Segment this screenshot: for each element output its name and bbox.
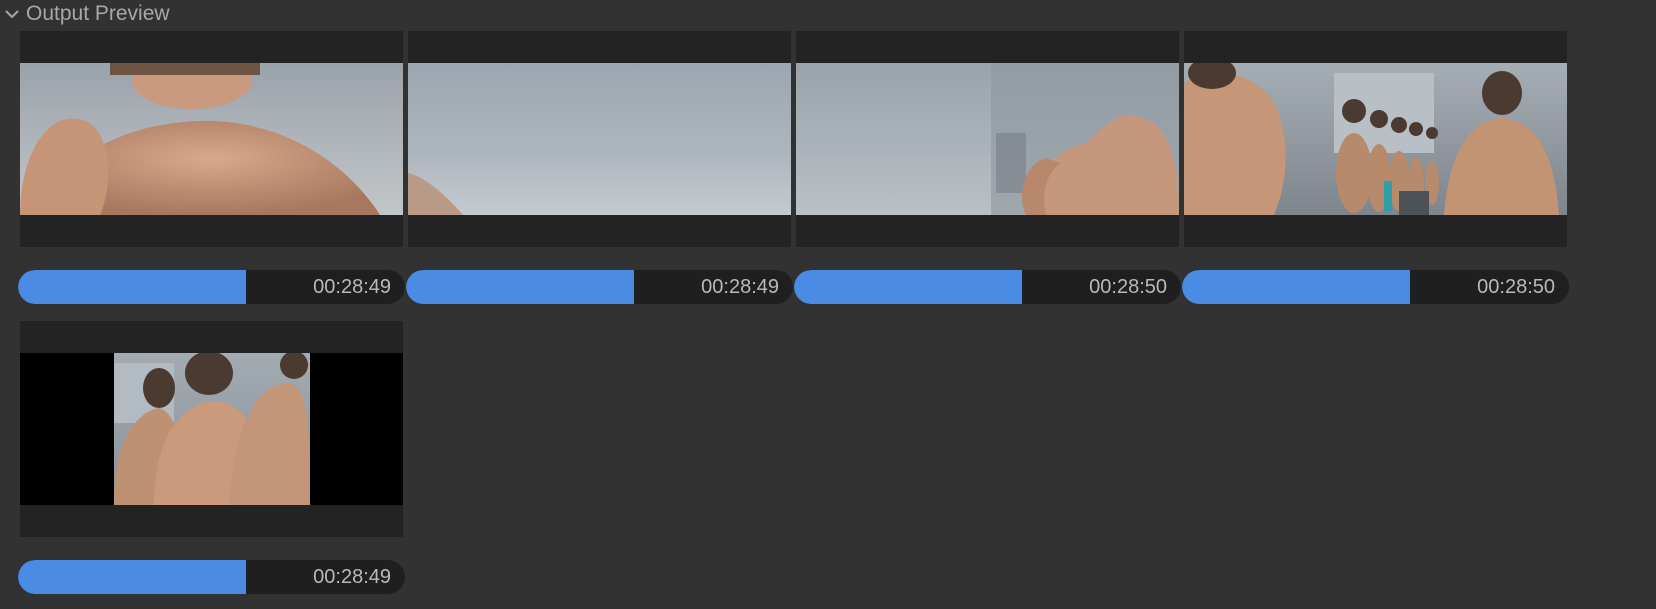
preview-frame-2[interactable] — [408, 31, 791, 247]
progress-fill — [18, 560, 247, 594]
progress-fill — [1182, 270, 1411, 304]
progress-bar-5: 00:28:49 — [18, 560, 405, 594]
progress-bar-3: 00:28:50 — [794, 270, 1181, 304]
preview-frame-5[interactable] — [20, 321, 403, 537]
panel-title: Output Preview — [26, 2, 170, 25]
progress-fill — [406, 270, 635, 304]
timecode: 00:28:49 — [701, 276, 779, 298]
preview-frame-4[interactable] — [1184, 31, 1567, 247]
chevron-down-icon[interactable] — [4, 6, 20, 22]
preview-image-4 — [1184, 63, 1567, 215]
output-preview-panel: Output Preview 00:28:49 00:28:49 00:28:5… — [0, 0, 1656, 609]
timecode: 00:28:49 — [313, 276, 391, 298]
preview-image-3 — [796, 63, 1179, 215]
timecode: 00:28:49 — [313, 566, 391, 588]
preview-image-2 — [408, 63, 791, 215]
progress-bar-4: 00:28:50 — [1182, 270, 1569, 304]
preview-frame-1[interactable] — [20, 31, 403, 247]
progress-fill — [18, 270, 247, 304]
timecode: 00:28:50 — [1477, 276, 1555, 298]
preview-image-1 — [20, 63, 403, 215]
progress-bar-2: 00:28:49 — [406, 270, 793, 304]
panel-header[interactable]: Output Preview — [4, 0, 170, 28]
preview-frame-3[interactable] — [796, 31, 1179, 247]
preview-image-5 — [114, 353, 310, 505]
progress-bar-1: 00:28:49 — [18, 270, 405, 304]
progress-fill — [794, 270, 1023, 304]
timecode: 00:28:50 — [1089, 276, 1167, 298]
